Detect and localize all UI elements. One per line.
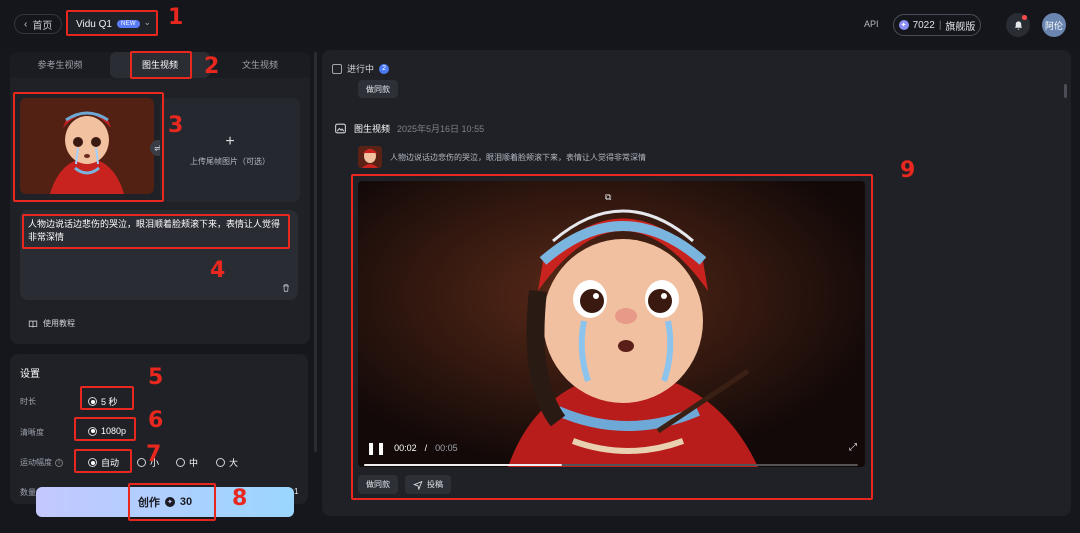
same-style-button-top[interactable]: 做同款 [358, 80, 398, 98]
in-progress-label: 进行中 [347, 64, 375, 74]
annotation-box-image [13, 92, 164, 202]
api-link[interactable]: API [864, 19, 879, 29]
same-style-label: 做同款 [366, 84, 390, 94]
clear-prompt-button[interactable] [281, 283, 291, 295]
motion-option-large[interactable]: 大 [216, 456, 238, 469]
task-date: 2025年5月16日 10:55 [397, 124, 485, 134]
task-type: 图生视频 [354, 124, 391, 134]
thumbnail-image [358, 146, 382, 168]
count-value[interactable]: 1 [294, 487, 298, 496]
plus-icon: + [225, 132, 235, 150]
tab-reference-video[interactable]: 参考生视频 [10, 52, 110, 78]
annotation-box-duration [80, 386, 134, 410]
annotation-number-3: 3 [168, 113, 184, 138]
plan-label: 旗舰版 [945, 21, 976, 33]
avatar[interactable]: 阿伦 [1042, 13, 1066, 37]
source-thumbnail[interactable] [358, 146, 382, 168]
credits-button[interactable]: ✦ 7022 | 旗舰版 [893, 14, 981, 36]
credit-icon: ✦ [898, 20, 909, 30]
motion-large-label: 大 [229, 458, 239, 468]
checkbox-icon [332, 63, 342, 74]
annotation-box-motion [74, 449, 132, 473]
motion-medium-label: 中 [189, 458, 199, 468]
feed-scrollbar[interactable] [1064, 84, 1067, 98]
task-header: 图生视频 2025年5月16日 10:55 [334, 122, 484, 135]
annotation-box-resolution [74, 417, 136, 441]
tutorial-label: 使用教程 [43, 319, 75, 328]
motion-label-group: 运动幅度 i [20, 457, 63, 468]
bell-icon [1014, 20, 1022, 30]
trash-icon [283, 284, 289, 292]
annotation-number-1: 1 [168, 5, 184, 30]
annotation-number-2: 2 [204, 54, 220, 79]
notification-button[interactable] [1006, 13, 1030, 37]
annotation-number-7: 7 [146, 442, 162, 467]
motion-option-medium[interactable]: 中 [176, 456, 198, 469]
settings-title: 设置 [20, 369, 40, 380]
home-button[interactable]: ‹ 首页 [14, 14, 63, 34]
annotation-number-8: 8 [232, 486, 248, 511]
annotation-number-5: 5 [148, 365, 164, 390]
info-icon: i [55, 458, 63, 467]
motion-label: 运动幅度 [20, 458, 52, 467]
annotation-number-9: 9 [900, 158, 916, 183]
notification-dot [1022, 15, 1027, 20]
credits-value: 7022 [912, 19, 935, 31]
duration-label: 时长 [20, 397, 36, 406]
radio-icon [137, 458, 146, 467]
chevron-left-icon: ‹ [24, 18, 28, 30]
home-label: 首页 [32, 20, 53, 32]
annotation-box-tab [130, 51, 192, 79]
radio-icon [216, 458, 225, 467]
tutorial-link[interactable]: 使用教程 [28, 318, 75, 329]
annotation-box-create [128, 483, 216, 521]
left-scrollbar[interactable] [314, 52, 317, 452]
count-label: 数量 [20, 488, 36, 497]
annotation-box-video [351, 174, 873, 500]
annotation-box-prompt [22, 214, 290, 249]
tab-text-to-video[interactable]: 文生视频 [210, 52, 310, 78]
task-prompt: 人物边说话边悲伤的哭泣，眼泪顺着脸颊滚下来，表情让人觉得非常深情 [390, 153, 646, 162]
annotation-number-6: 6 [148, 408, 164, 433]
annotation-number-4: 4 [210, 258, 226, 283]
in-progress-count: 2 [379, 63, 390, 74]
resolution-label: 清晰度 [20, 428, 44, 437]
end-frame-label: 上传尾帧图片（可选） [190, 156, 270, 166]
in-progress-filter[interactable]: 进行中 2 [332, 62, 390, 75]
book-icon [28, 320, 38, 327]
annotation-box-model [66, 10, 158, 36]
radio-icon [176, 458, 185, 467]
image-video-icon [335, 123, 346, 134]
